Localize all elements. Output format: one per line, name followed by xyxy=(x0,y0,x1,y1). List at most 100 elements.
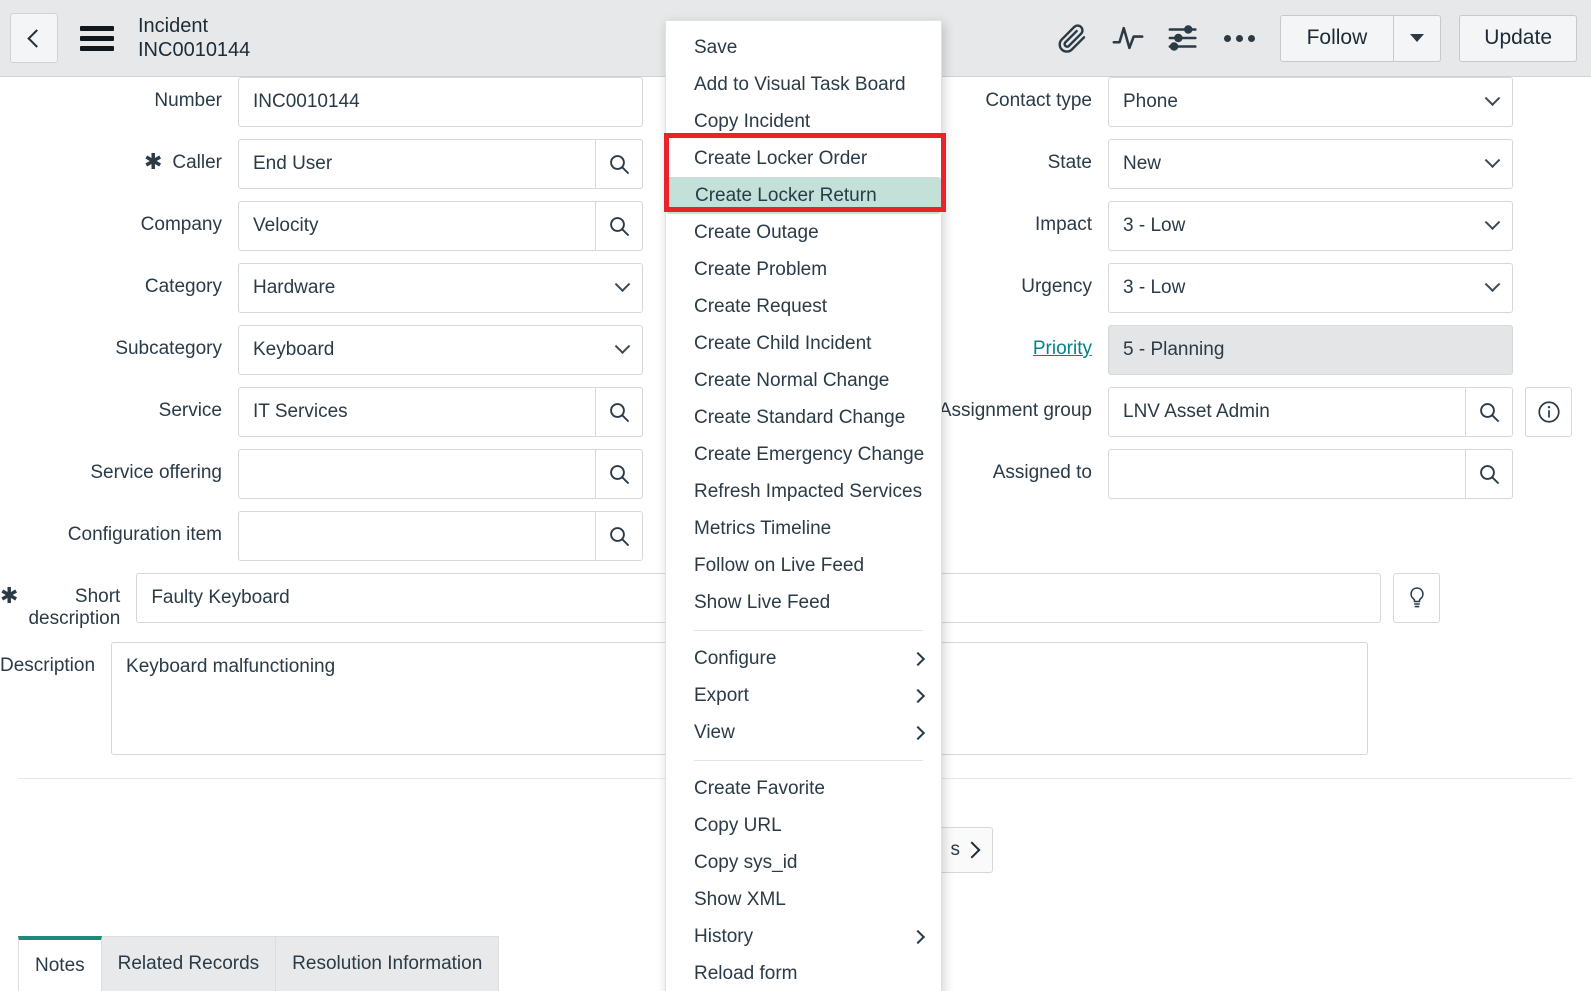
menu-item-create-locker-order[interactable]: Create Locker Order xyxy=(666,140,941,177)
menu-item-reload-form[interactable]: Reload form xyxy=(666,955,941,991)
field-control: INC0010144 xyxy=(238,77,643,127)
chevron-right-icon xyxy=(910,725,926,740)
field-label-impact: Impact xyxy=(930,201,1108,236)
field-label[interactable]: Priority xyxy=(1033,338,1092,360)
field-label: Assigned to xyxy=(992,462,1092,483)
company-input[interactable]: Velocity xyxy=(238,201,596,251)
attachment-icon[interactable] xyxy=(1044,10,1100,66)
menu-item-create-outage[interactable]: Create Outage xyxy=(666,214,941,251)
assigned-to-input[interactable] xyxy=(1108,449,1466,499)
follow-dropdown-button[interactable] xyxy=(1394,14,1442,62)
assignment-group-search-icon[interactable] xyxy=(1466,387,1513,437)
category-select[interactable]: Hardware xyxy=(238,263,643,313)
caller-input[interactable]: End User xyxy=(238,139,596,189)
field-control: Keyboard xyxy=(238,325,643,375)
field-control: 5 - Planning xyxy=(1108,325,1513,375)
assignment-group-input[interactable]: LNV Asset Admin xyxy=(1108,387,1466,437)
contact-type-select[interactable]: Phone xyxy=(1108,77,1513,127)
info-icon[interactable] xyxy=(1525,387,1572,437)
field-label: Category xyxy=(144,276,222,297)
caller-search-icon[interactable] xyxy=(596,139,643,189)
menu-item-label: Create Favorite xyxy=(694,777,825,799)
company-search-icon[interactable] xyxy=(596,201,643,251)
menu-item-copy-incident[interactable]: Copy Incident xyxy=(666,103,941,140)
lightbulb-icon[interactable] xyxy=(1393,573,1441,623)
chevron-down-icon xyxy=(614,275,631,292)
field-label-subcategory: Subcategory xyxy=(0,325,238,360)
chevron-down-icon xyxy=(1484,213,1501,230)
menu-item-history[interactable]: History xyxy=(666,918,941,955)
back-button[interactable] xyxy=(10,13,58,63)
form-tabs: Notes Related Records Resolution Informati… xyxy=(18,936,500,991)
more-options-icon[interactable] xyxy=(1212,10,1268,66)
menu-item-create-child-incident[interactable]: Create Child Incident xyxy=(666,325,941,362)
menu-item-label: Reload form xyxy=(694,962,798,984)
urgency-select[interactable]: 3 - Low xyxy=(1108,263,1513,313)
menu-item-copy-sys-id[interactable]: Copy sys_id xyxy=(666,844,941,881)
field-label-service-offering: Service offering xyxy=(0,449,238,484)
menu-item-label: Configure xyxy=(694,647,777,669)
menu-item-label: Copy Incident xyxy=(694,110,811,132)
update-button[interactable]: Update xyxy=(1459,14,1577,62)
field-control xyxy=(238,449,643,499)
menu-item-show-live-feed[interactable]: Show Live Feed xyxy=(666,584,941,621)
menu-item-metrics-timeline[interactable]: Metrics Timeline xyxy=(666,510,941,547)
menu-item-add-to-visual-task-board[interactable]: Add to Visual Task Board xyxy=(666,66,941,103)
menu-item-label: Create Request xyxy=(694,295,828,317)
assigned-to-search-icon[interactable] xyxy=(1466,449,1513,499)
service-input[interactable]: IT Services xyxy=(238,387,596,437)
configuration-item-search-icon[interactable] xyxy=(596,511,643,561)
menu-item-refresh-impacted-services[interactable]: Refresh Impacted Services xyxy=(666,473,941,510)
menu-item-copy-url[interactable]: Copy URL xyxy=(666,807,941,844)
tab-resolution-information[interactable]: Resolution Information xyxy=(276,936,500,991)
field-control: New xyxy=(1108,139,1513,189)
menu-item-create-standard-change[interactable]: Create Standard Change xyxy=(666,399,941,436)
form-field-row: Assigned to xyxy=(930,449,1591,499)
number-input[interactable]: INC0010144 xyxy=(238,77,643,127)
menu-item-show-xml[interactable]: Show XML xyxy=(666,881,941,918)
menu-item-export[interactable]: Export xyxy=(666,677,941,714)
follow-button[interactable]: Follow xyxy=(1279,14,1395,62)
service-search-icon[interactable] xyxy=(596,387,643,437)
menu-item-create-locker-return[interactable]: Create Locker Return xyxy=(666,177,941,214)
field-label: Urgency xyxy=(1021,276,1092,297)
related-list-toggle-label: s xyxy=(950,839,961,860)
hamburger-menu-icon[interactable] xyxy=(80,25,114,51)
menu-item-create-favorite[interactable]: Create Favorite xyxy=(666,770,941,807)
tab-notes[interactable]: Notes xyxy=(18,936,102,991)
field-label: Assignment group xyxy=(938,400,1092,421)
personalize-form-icon[interactable] xyxy=(1156,10,1212,66)
menu-item-create-normal-change[interactable]: Create Normal Change xyxy=(666,362,941,399)
menu-item-configure[interactable]: Configure xyxy=(666,640,941,677)
menu-item-create-problem[interactable]: Create Problem xyxy=(666,251,941,288)
activity-icon[interactable] xyxy=(1100,10,1156,66)
menu-item-label: Create Locker Order xyxy=(694,147,868,169)
state-select[interactable]: New xyxy=(1108,139,1513,189)
category-value: Hardware xyxy=(253,277,336,298)
chevron-down-icon xyxy=(1410,34,1425,42)
field-label-service: Service xyxy=(0,387,238,422)
menu-item-label: View xyxy=(694,721,735,743)
tab-related-records[interactable]: Related Records xyxy=(101,936,277,991)
required-marker: ✱ xyxy=(0,583,19,608)
chevron-down-icon xyxy=(1484,151,1501,168)
menu-item-follow-on-live-feed[interactable]: Follow on Live Feed xyxy=(666,547,941,584)
field-label-caller: ✱ Caller xyxy=(0,139,238,174)
urgency-value: 3 - Low xyxy=(1123,277,1186,298)
form-field-row: Description Keyboard malfunctioning xyxy=(0,642,1369,755)
menu-item-create-emergency-change[interactable]: Create Emergency Change xyxy=(666,436,941,473)
menu-item-save[interactable]: Save xyxy=(666,29,941,66)
service-offering-input[interactable] xyxy=(238,449,596,499)
configuration-item-input[interactable] xyxy=(238,511,596,561)
subcategory-select[interactable]: Keyboard xyxy=(238,325,643,375)
impact-select[interactable]: 3 - Low xyxy=(1108,201,1513,251)
menu-item-label: Follow on Live Feed xyxy=(694,554,865,576)
menu-item-label: History xyxy=(694,925,754,947)
field-control: End User xyxy=(238,139,643,189)
service-offering-search-icon[interactable] xyxy=(596,449,643,499)
field-control: Hardware xyxy=(238,263,643,313)
field-label-state: State xyxy=(930,139,1108,174)
menu-item-create-request[interactable]: Create Request xyxy=(666,288,941,325)
menu-item-view[interactable]: View xyxy=(666,714,941,751)
form-field-row: Configuration item xyxy=(0,511,700,561)
